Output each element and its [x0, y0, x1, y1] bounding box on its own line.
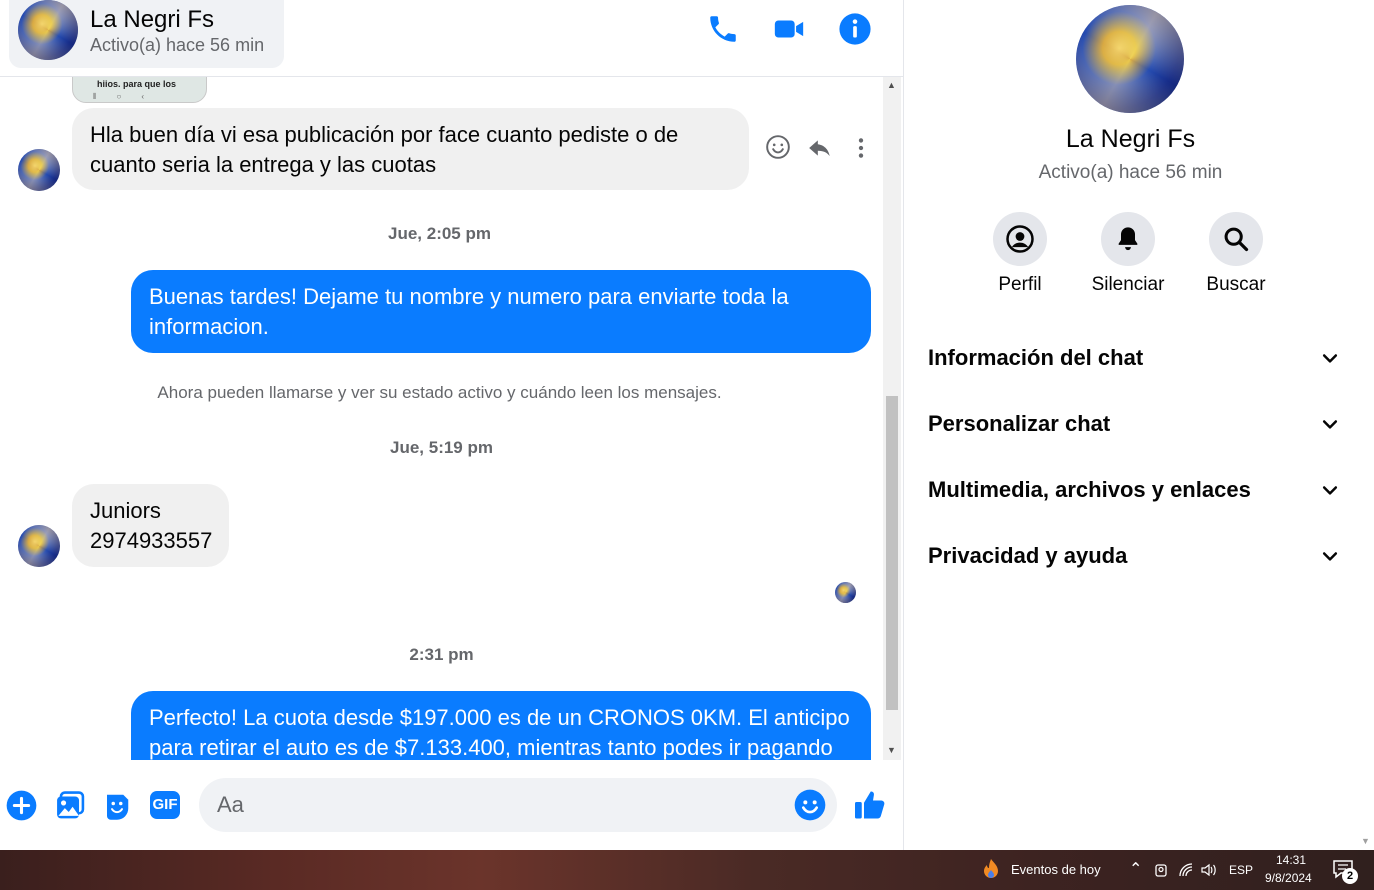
message-line: Buenas tardes! Dejame tu nombre y numero…: [149, 284, 789, 309]
message-line: informacion.: [149, 314, 269, 339]
notifications-badge: 2: [1342, 868, 1358, 884]
message-line: Hla buen día vi esa publicación por face…: [90, 122, 679, 147]
chevron-down-icon: [1322, 552, 1338, 561]
panel-avatar[interactable]: [1076, 5, 1184, 113]
section-chat-info[interactable]: Información del chat: [928, 338, 1340, 378]
message-list[interactable]: hiios. para que los ⦀ ○ ‹ Hla buen día v…: [0, 77, 883, 760]
timestamp: Jue, 2:05 pm: [388, 224, 491, 243]
section-customize-chat[interactable]: Personalizar chat: [928, 404, 1340, 444]
section-media-files-links[interactable]: Multimedia, archivos y enlaces: [928, 470, 1340, 510]
message-input[interactable]: [199, 778, 837, 832]
events-icon[interactable]: [981, 858, 1001, 882]
message-bubble[interactable]: Juniors 2974933557: [72, 484, 229, 567]
search-button[interactable]: [1209, 212, 1263, 266]
language-indicator[interactable]: ESP: [1229, 863, 1253, 877]
preview-caption: hiios. para que los: [97, 79, 177, 89]
message-bubble[interactable]: Buenas tardes! Dejame tu nombre y numero…: [131, 270, 871, 353]
gif-label: GIF: [152, 796, 178, 813]
events-label[interactable]: Eventos de hoy: [1011, 862, 1101, 877]
gif-icon[interactable]: GIF: [150, 791, 180, 819]
emoji-icon[interactable]: [794, 789, 826, 821]
image-attachment-preview[interactable]: hiios. para que los ⦀ ○ ‹: [72, 77, 207, 103]
system-message: Ahora pueden llamarse y ver su estado ac…: [157, 383, 722, 402]
section-label: Privacidad y ayuda: [928, 543, 1128, 568]
section-label: Multimedia, archivos y enlaces: [928, 477, 1251, 502]
phone-icon[interactable]: [706, 12, 740, 46]
mute-button[interactable]: [1101, 212, 1155, 266]
chat-header: La Negri Fs Activo(a) hace 56 min: [0, 0, 903, 77]
section-label: Información del chat: [928, 345, 1144, 370]
section-privacy-help[interactable]: Privacidad y ayuda: [928, 536, 1340, 576]
video-icon[interactable]: [772, 12, 806, 46]
wifi-icon[interactable]: [1178, 862, 1194, 878]
message-bubble[interactable]: Perfecto! La cuota desde $197.000 es de …: [131, 691, 871, 760]
sender-avatar[interactable]: [18, 525, 60, 567]
like-icon[interactable]: [852, 787, 888, 823]
sticker-icon[interactable]: [102, 790, 132, 822]
search-label: Buscar: [1206, 274, 1266, 295]
taskbar: Eventos de hoy ⌃ ESP 14:31 9/8/2024 2: [0, 850, 1374, 890]
clock-time[interactable]: 14:31: [1276, 853, 1306, 867]
chevron-down-icon: [1322, 486, 1338, 495]
message-line: para retirar el auto es de $7.133.400, m…: [149, 735, 833, 760]
message-line: cuanto seria la entrega y las cuotas: [90, 152, 437, 177]
message-line: 2974933557: [90, 528, 213, 553]
profile-icon: [1006, 225, 1034, 253]
contact-avatar[interactable]: [18, 0, 78, 60]
profile-button[interactable]: [993, 212, 1047, 266]
search-icon: [1224, 227, 1249, 252]
react-emoji-icon[interactable]: [765, 134, 791, 160]
chevron-up-icon[interactable]: ⌃: [1129, 859, 1142, 879]
scroll-down-arrow[interactable]: ▼: [887, 745, 896, 755]
panel-contact-status: Activo(a) hace 56 min: [1038, 162, 1223, 183]
sender-avatar[interactable]: [18, 149, 60, 191]
scroll-up-arrow[interactable]: ▲: [887, 80, 896, 90]
notifications-count: 2: [1346, 870, 1354, 882]
read-receipt-avatar: [835, 582, 856, 603]
preview-nav-bar: ⦀ ○ ‹: [93, 92, 145, 101]
panel-scrollbar[interactable]: [1358, 0, 1374, 850]
bell-icon: [1118, 227, 1138, 251]
message-line: Perfecto! La cuota desde $197.000 es de …: [149, 705, 850, 730]
message-line: Juniors: [90, 498, 161, 523]
section-label: Personalizar chat: [928, 411, 1111, 436]
panel-contact-name: La Negri Fs: [1065, 125, 1196, 153]
contact-chip[interactable]: La Negri Fs Activo(a) hace 56 min: [9, 0, 284, 68]
plus-icon[interactable]: [6, 790, 37, 821]
chevron-down-icon: [1322, 420, 1338, 429]
image-icon[interactable]: [54, 790, 86, 821]
meet-icon[interactable]: [1154, 862, 1168, 878]
timestamp: 2:31 pm: [409, 645, 474, 664]
panel-scroll-down-arrow[interactable]: ▼: [1361, 836, 1370, 846]
timestamp: Jue, 5:19 pm: [390, 438, 493, 457]
chevron-down-icon: [1322, 354, 1338, 363]
more-options-icon[interactable]: [851, 135, 871, 161]
clock-date[interactable]: 9/8/2024: [1265, 871, 1312, 885]
contact-name[interactable]: La Negri Fs: [90, 6, 214, 34]
contact-status: Activo(a) hace 56 min: [90, 35, 265, 55]
volume-icon[interactable]: [1200, 862, 1218, 878]
message-bubble[interactable]: Hla buen día vi esa publicación por face…: [72, 108, 749, 190]
info-icon[interactable]: [838, 12, 872, 46]
reply-icon[interactable]: [806, 135, 834, 161]
mute-label: Silenciar: [1091, 274, 1165, 295]
profile-label: Perfil: [998, 274, 1042, 295]
chat-scroll-thumb[interactable]: [886, 396, 898, 710]
